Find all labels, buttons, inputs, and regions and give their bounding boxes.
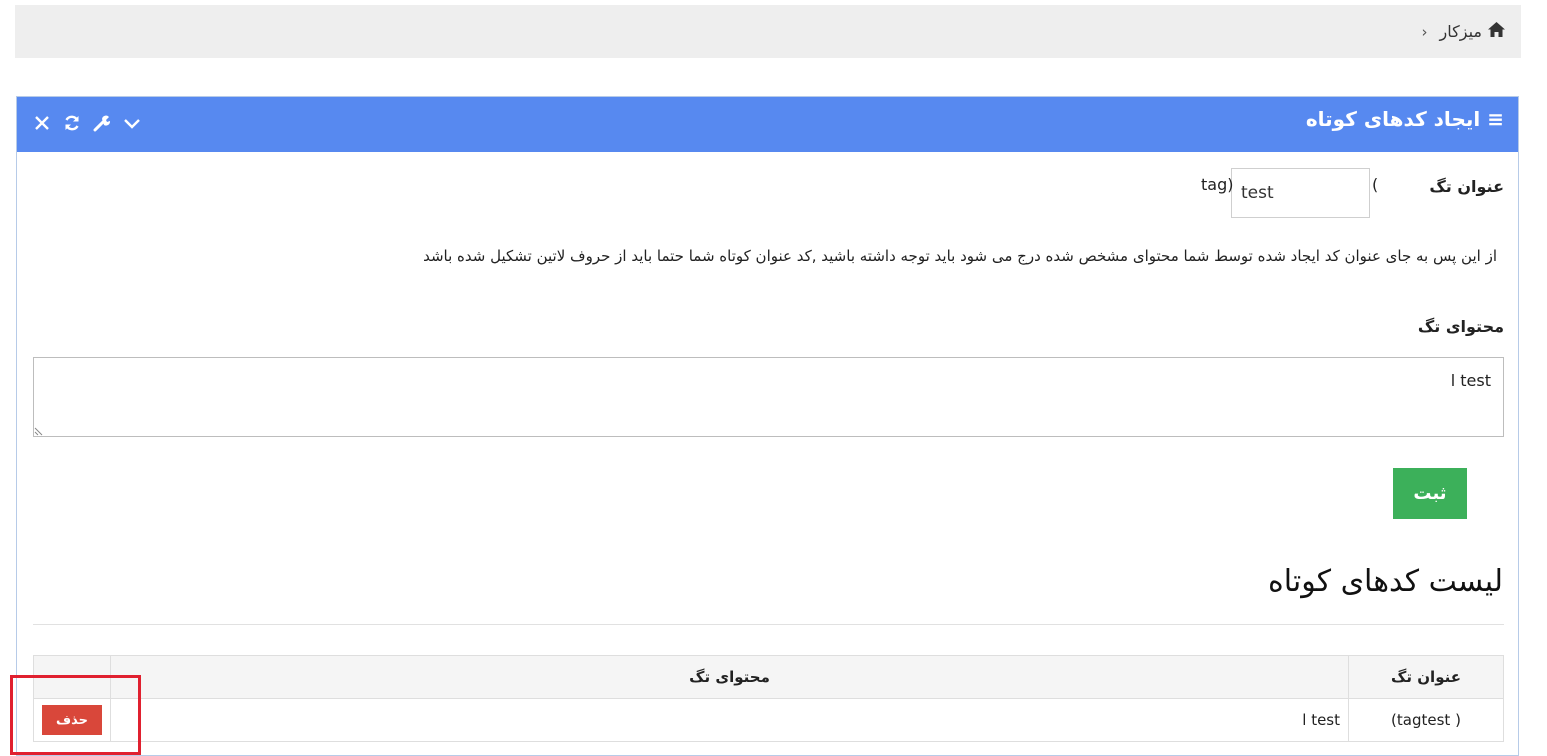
close-icon[interactable]: [31, 111, 53, 135]
table-cell-title: ( tagtest): [1348, 698, 1504, 742]
tag-title-suffix: tag): [1201, 175, 1234, 194]
breadcrumb-home-link[interactable]: میزکار: [1440, 22, 1482, 41]
tag-content-value: test ا: [1450, 371, 1491, 390]
tag-title-label: عنوان تگ: [1429, 177, 1504, 196]
table-cell-actions: حذف: [33, 698, 111, 742]
resize-handle-icon[interactable]: [34, 426, 44, 436]
column-header-title: عنوان تگ: [1348, 655, 1504, 699]
column-header-content: محتوای تگ: [110, 655, 1349, 699]
create-shortcode-panel: ≡ ایجاد کدهای کوتاه عنوان تگ ( tag) از ا…: [16, 96, 1519, 756]
column-header-actions: [33, 655, 111, 699]
tag-title-input[interactable]: [1231, 168, 1370, 218]
tag-title-hint: از این پس به جای عنوان کد ایجاد شده توسط…: [423, 247, 1497, 265]
panel-title: ≡ ایجاد کدهای کوتاه: [1306, 107, 1504, 131]
menu-icon: ≡: [1487, 107, 1504, 131]
shortcode-list-heading: لیست کدهای کوتاه: [1268, 564, 1503, 599]
submit-button[interactable]: ثبت: [1393, 468, 1467, 519]
breadcrumb: میزکار ‹: [15, 5, 1521, 58]
wrench-icon[interactable]: [91, 111, 113, 135]
tag-content-textarea[interactable]: test ا: [33, 357, 1504, 437]
chevron-down-icon[interactable]: [121, 111, 143, 135]
refresh-icon[interactable]: [61, 111, 83, 135]
panel-header: ≡ ایجاد کدهای کوتاه: [17, 97, 1518, 152]
panel-toolbar: [31, 111, 143, 135]
panel-title-text: ایجاد کدهای کوتاه: [1305, 107, 1481, 131]
table-header-row: محتوای تگ عنوان تگ: [33, 655, 1504, 699]
table-row: حذف test ا ( tagtest): [33, 698, 1504, 742]
divider: [33, 624, 1504, 625]
tag-content-label: محتوای تگ: [1417, 317, 1504, 336]
shortcode-table: محتوای تگ عنوان تگ حذف test ا ( tagtest): [33, 655, 1504, 742]
table-cell-content: test ا: [110, 698, 1349, 742]
home-icon[interactable]: [1488, 21, 1505, 42]
breadcrumb-separator: ‹: [1421, 22, 1428, 41]
tag-title-prefix: (: [1372, 175, 1379, 194]
delete-button[interactable]: حذف: [42, 705, 102, 735]
